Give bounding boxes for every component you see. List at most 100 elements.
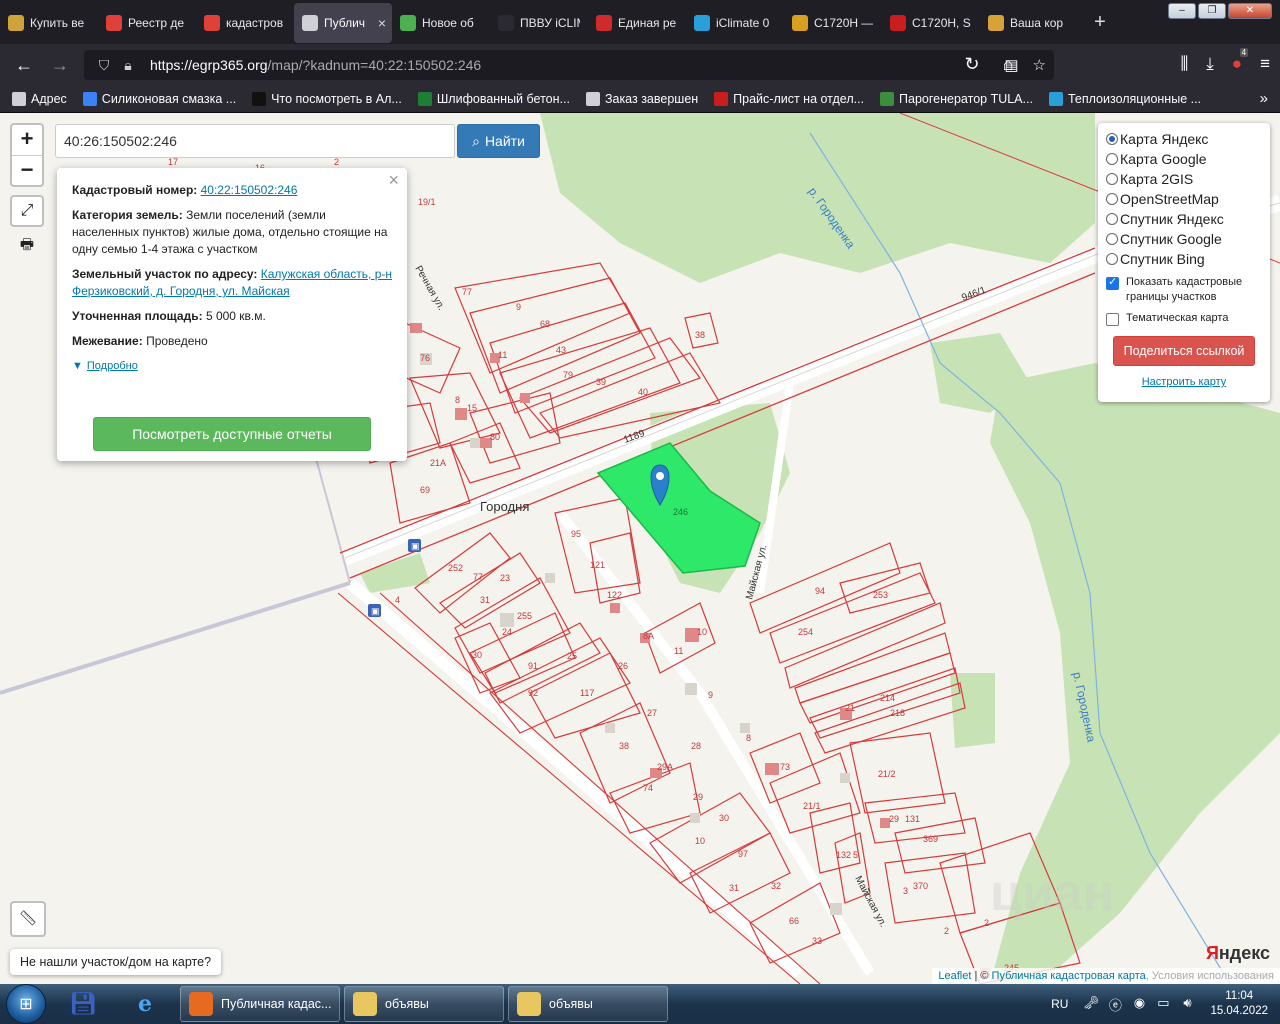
layer-radio[interactable] [1106,153,1118,165]
taskbar-task[interactable]: объявы [508,986,668,1022]
details-link[interactable]: ▼ Подробно [72,358,393,375]
url-bar[interactable]: ⛉ 🔒︎ https://egrp365.org/map/?kadnum=40:… [84,50,1054,80]
layer-radio[interactable] [1106,173,1118,185]
new-tab-button[interactable]: + [1088,11,1112,34]
menu-icon[interactable]: ≡ [1260,54,1270,74]
tray-e-icon[interactable]: ⓔ [1106,995,1124,1013]
close-icon[interactable]: × [388,171,399,189]
zoom-out-button[interactable]: − [12,155,42,185]
tray-network-icon[interactable]: ◉ [1130,995,1148,1013]
bookmark-item[interactable]: Адрес [12,92,67,106]
library-icon[interactable]: ⫼ [1180,54,1188,74]
download-icon[interactable]: ⤓ [1206,54,1214,74]
layer-radio[interactable] [1106,193,1118,205]
share-link-button[interactable]: Поделиться ссылкой [1113,336,1255,366]
ruler-icon[interactable]: 📏︎ [10,901,46,937]
view-reports-button[interactable]: Посмотреть доступные отчеты [93,417,371,451]
show-borders-checkbox[interactable] [1106,275,1119,290]
layer-radio[interactable] [1106,253,1118,265]
lock-icon[interactable]: 🔒︎ [116,57,140,74]
bookmark-label: Силиконовая смазка ... [101,92,237,106]
clock[interactable]: 11:04 15.04.2022 [1210,989,1268,1019]
browser-tab[interactable]: Купить ве [0,3,98,43]
forward-icon[interactable]: → [42,55,78,76]
browser-tab[interactable]: Публич × [294,3,392,43]
cadastral-parcels [414,497,861,964]
parcel-number-label: 121 [590,560,605,570]
layer-radio[interactable] [1106,233,1118,245]
tab-close-icon[interactable]: × [378,15,386,31]
bookmark-item[interactable]: Шлифованный бетон... [417,92,570,106]
url-text[interactable]: https://egrp365.org/map/?kadnum=40:22:15… [150,57,481,73]
bookmark-item[interactable]: Прайс-лист на отдел... [714,92,864,106]
bookmark-favicon-icon [1048,92,1063,106]
bookmark-item[interactable]: Силиконовая смазка ... [82,92,237,106]
save-disk-icon[interactable]: 💾︎ [58,985,108,1023]
print-icon[interactable]: 🖶︎ [10,231,44,263]
thematic-map-row[interactable]: Тематическая карта [1106,311,1262,326]
browser-tab[interactable]: Новое об [392,3,490,43]
setup-map-link[interactable]: Настроить карту [1106,376,1262,388]
pkk-link[interactable]: Публичная кадастровая карта [992,970,1146,982]
back-icon[interactable]: ← [6,55,42,76]
layer-option[interactable]: Карта Яндекс [1106,129,1262,149]
bookmarks-overflow-icon[interactable]: » [1260,90,1268,107]
minimize-icon[interactable]: – [1168,3,1196,19]
internet-explorer-icon[interactable]: e [120,985,170,1023]
browser-tab[interactable]: С1720Н — [784,3,882,43]
language-indicator[interactable]: RU [1051,997,1068,1011]
leaflet-link[interactable]: Leaflet [938,970,971,982]
layer-radio[interactable] [1106,213,1118,225]
browser-tab[interactable]: Единая ре [588,3,686,43]
layer-option[interactable]: Карта 2GIS [1106,169,1262,189]
parcel-number-label: 369 [923,834,938,844]
survey-label: Межевание: [72,334,143,348]
layer-option[interactable]: Спутник Bing [1106,249,1262,269]
browser-tab[interactable]: Реестр де [98,3,196,43]
browser-tab[interactable]: ПВВУ iCLIMAT [490,3,588,43]
bookmark-item[interactable]: Заказ завершен [585,92,698,106]
cadastral-search-input[interactable] [55,124,455,158]
bookmark-star-icon[interactable]: ☆ [1033,56,1046,74]
reload-icon[interactable]: ↻ [954,54,990,75]
shield-icon[interactable]: ⛉ [92,57,116,74]
browser-tab[interactable]: iClimate 0 [686,3,784,43]
browser-tab[interactable]: С1720Н, S [882,3,980,43]
layer-option[interactable]: OpenStreetMap [1106,189,1262,209]
cadastral-number-link[interactable]: 40:22:150502:246 [201,183,298,197]
parcel-number-label: 15 [467,403,477,413]
not-found-button[interactable]: Не нашли участок/дом на карте? [10,949,222,975]
close-icon[interactable]: ✕ [1228,3,1272,19]
maximize-icon[interactable]: ❐ [1198,3,1226,19]
show-borders-row[interactable]: Показать кадастровые границы участков [1106,275,1262,305]
browser-tab[interactable]: Ваша кор [980,3,1078,43]
tray-monitor-icon[interactable]: ▭ [1154,995,1172,1013]
volume-icon[interactable]: 🔊︎ [1178,995,1196,1013]
tray-app-icon[interactable]: 🗝︎ [1082,995,1100,1013]
layer-radio[interactable] [1106,133,1118,145]
bookmark-favicon-icon [252,92,267,106]
taskbar-task[interactable]: объявы [344,986,504,1022]
bookmark-item[interactable]: Парогенератор TULA... [880,92,1033,106]
bookmark-label: Адрес [31,92,67,106]
parcel-number-label: 38 [695,330,705,340]
taskbar-task[interactable]: Публичная кадас... [180,986,340,1022]
browser-tab[interactable]: кадастров [196,3,294,43]
land-category-label: Категория земель: [72,208,183,222]
home-icon[interactable]: ⌂ [990,54,1026,75]
fullscreen-icon[interactable]: ⤢ [10,195,44,227]
bus-stop-icon[interactable]: ▣ [408,539,421,552]
thematic-map-checkbox[interactable] [1106,313,1119,326]
layer-option[interactable]: Карта Google [1106,149,1262,169]
bookmark-item[interactable]: Что посмотреть в Ал... [252,92,402,106]
start-button[interactable]: ⊞ [6,984,46,1024]
find-button[interactable]: ⌕ Найти [457,124,540,158]
zoom-in-button[interactable]: + [12,125,42,155]
bookmark-item[interactable]: Теплоизоляционные ... [1048,92,1201,106]
layer-option[interactable]: Спутник Яндекс [1106,209,1262,229]
layer-option[interactable]: Спутник Google [1106,229,1262,249]
extension-icon[interactable]: ● 4 [1232,48,1249,74]
bus-stop-icon[interactable]: ▣ [368,604,381,617]
map-view[interactable]: 246 1189 946/1 Городня р. Городенка р. Г… [0,113,1280,984]
parcel-number-label: 29 [889,814,899,824]
